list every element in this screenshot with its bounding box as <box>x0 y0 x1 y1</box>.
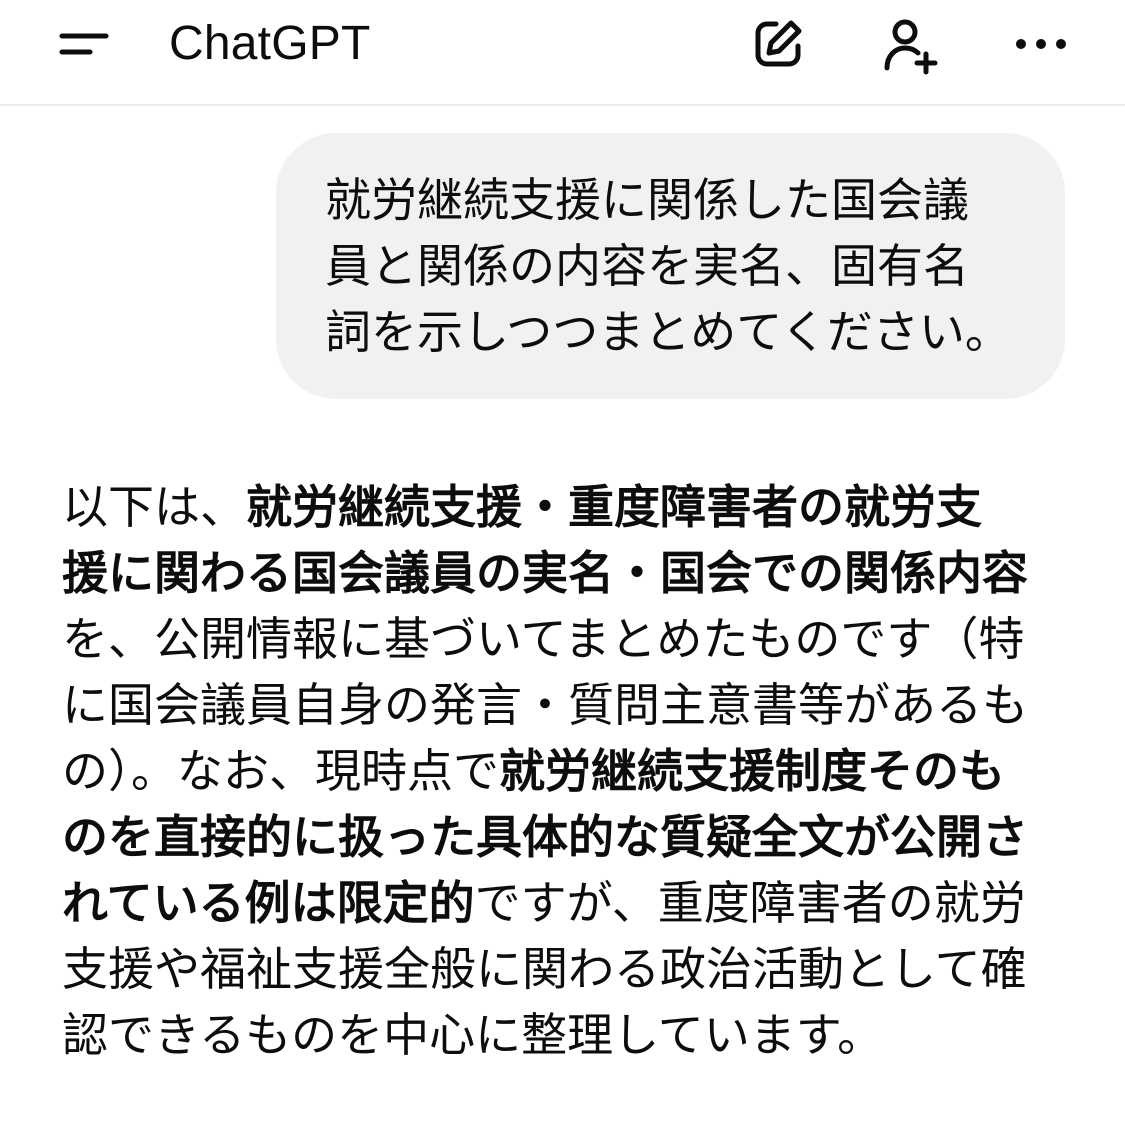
bold-text-run: 就労継続支援制度そのも <box>499 744 1005 798</box>
assistant-message-line: 支援や福祉支援全般に関わる政治活動として確 <box>62 936 1072 1002</box>
text-run: を、公開情報に基づいてまとめたものです（特 <box>62 612 1025 666</box>
text-run: に国会議員自身の発言・質問主意書等があるも <box>62 678 1028 732</box>
assistant-message-line: 以下は、就労継続支援・重度障害者の就労支 <box>62 474 1072 540</box>
assistant-message-line: に国会議員自身の発言・質問主意書等があるも <box>62 672 1072 738</box>
user-message-line: 員と関係の内容を実名、固有名 <box>325 239 969 293</box>
more-horizontal-icon <box>1016 39 1066 49</box>
assistant-message-line: れている例は限定的ですが、重度障害者の就労 <box>62 870 1072 936</box>
assistant-message-line: 認できるものを中心に整理しています。 <box>62 1002 1072 1068</box>
bold-text-run: 援に関わる国会議員の実名・国会での関係内容 <box>62 546 1028 600</box>
assistant-message: 以下は、就労継続支援・重度障害者の就労支援に関わる国会議員の実名・国会での関係内… <box>62 474 1072 1068</box>
menu-button[interactable] <box>44 14 124 74</box>
user-message-bubble: 就労継続支援に関係した国会議 員と関係の内容を実名、固有名 詞を示しつつまとめて… <box>276 133 1065 399</box>
add-user-icon <box>884 19 938 75</box>
assistant-message-line: のを直接的に扱った具体的な質疑全文が公開さ <box>62 804 1072 870</box>
assistant-message-line: を、公開情報に基づいてまとめたものです（特 <box>62 606 1072 672</box>
more-options-button[interactable] <box>1003 6 1079 82</box>
text-run: の）。なお、現時点で <box>62 744 499 798</box>
text-run: ですが、重度障害者の就労 <box>474 876 1026 930</box>
bold-text-run: のを直接的に扱った具体的な質疑全文が公開さ <box>62 810 1028 864</box>
add-user-button[interactable] <box>873 6 949 82</box>
bold-text-run: 就労継続支援・重度障害者の就労支 <box>246 480 982 534</box>
text-run: 以下は、 <box>62 480 246 534</box>
user-message-line: 詞を示しつつまとめてください。 <box>325 305 1011 359</box>
assistant-message-line: 援に関わる国会議員の実名・国会での関係内容 <box>62 540 1072 606</box>
top-bar: ChatGPT <box>0 0 1125 106</box>
new-chat-button[interactable] <box>740 6 816 82</box>
text-run: 支援や福祉支援全般に関わる政治活動として確 <box>62 942 1027 996</box>
app-title: ChatGPT <box>169 17 371 70</box>
edit-icon <box>755 20 802 67</box>
chat-screen: ChatGPT 就労継続支援に関係した国会議 員と関係の内容を実名、固有名 詞を… <box>0 0 1125 1125</box>
menu-icon <box>59 33 109 55</box>
text-run: 認できるものを中心に整理しています。 <box>62 1008 884 1062</box>
assistant-message-line: の）。なお、現時点で就労継続支援制度そのも <box>62 738 1072 804</box>
bold-text-run: れている例は限定的 <box>62 876 475 930</box>
user-message-line: 就労継続支援に関係した国会議 <box>325 173 969 227</box>
